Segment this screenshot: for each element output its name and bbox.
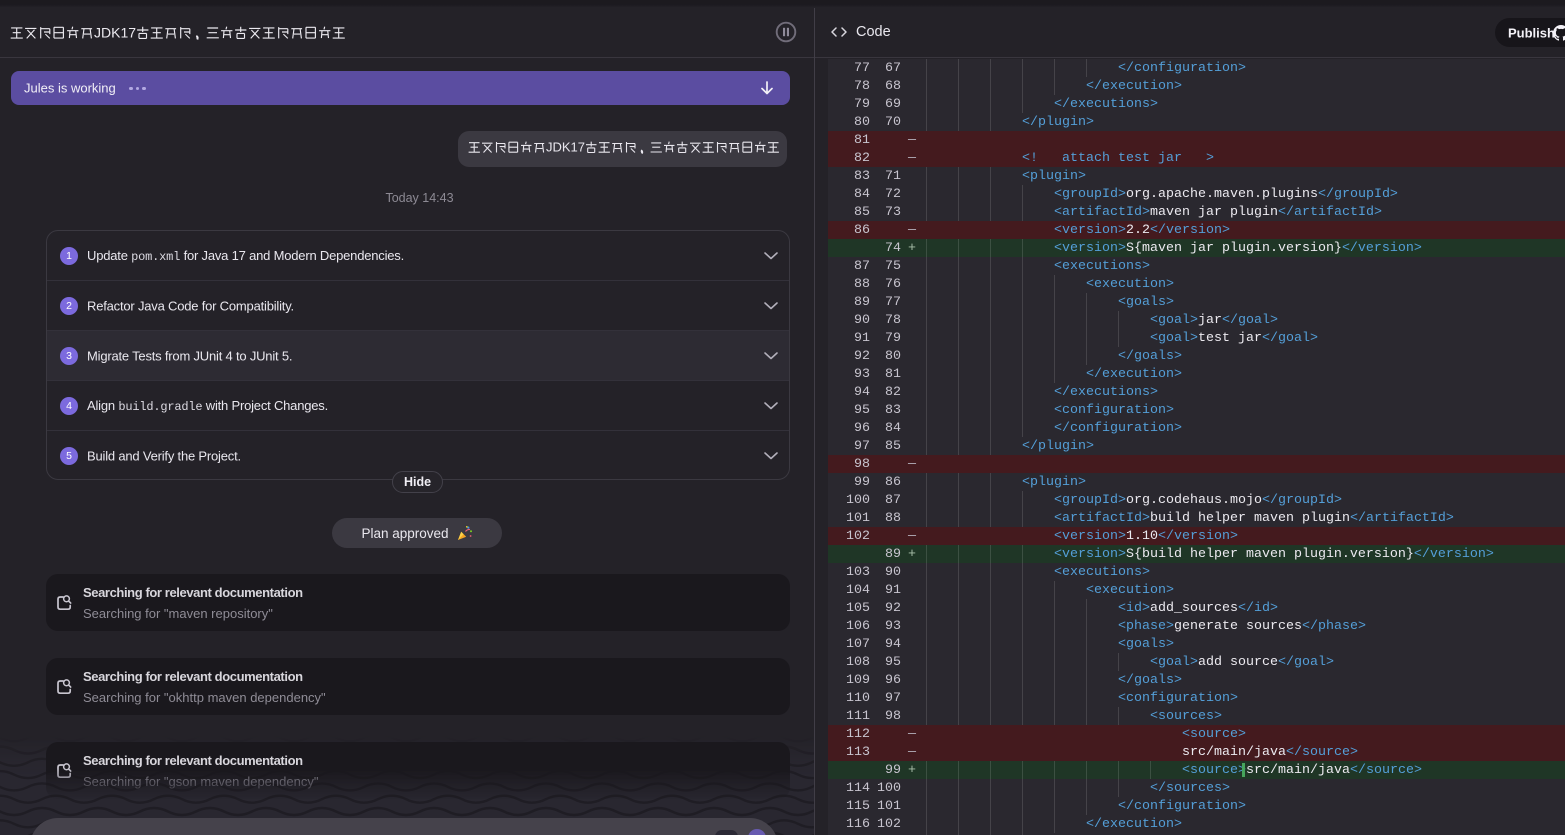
svg-text:JDK17: JDK17 xyxy=(94,25,136,40)
svg-text:JDK17: JDK17 xyxy=(546,140,585,155)
